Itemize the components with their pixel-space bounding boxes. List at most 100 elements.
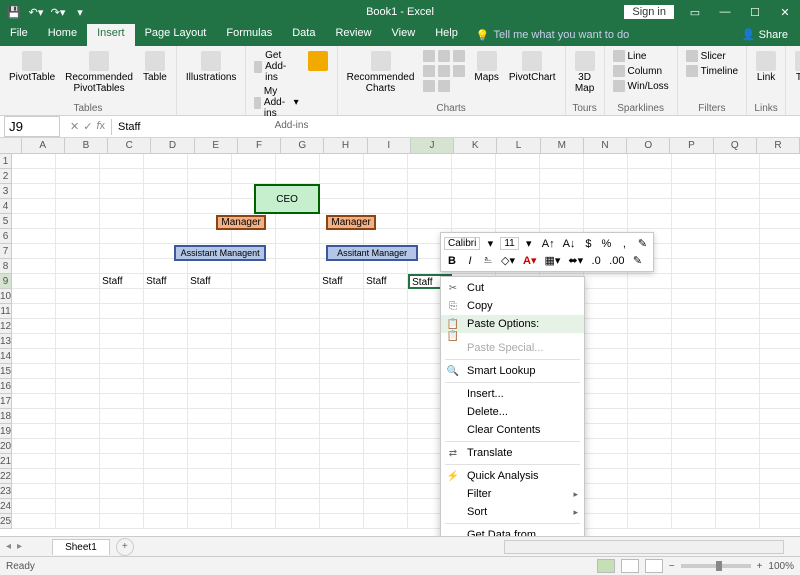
cell-N15[interactable]: [584, 364, 628, 379]
cell-N12[interactable]: [584, 319, 628, 334]
cell-P17[interactable]: [672, 394, 716, 409]
cell-O14[interactable]: [628, 349, 672, 364]
percent-format-icon[interactable]: %: [598, 237, 614, 251]
cell-E4[interactable]: [188, 199, 232, 214]
cell-K4[interactable]: [452, 199, 496, 214]
cell-I21[interactable]: [364, 454, 408, 469]
row-header-17[interactable]: 17: [0, 394, 12, 409]
link-button[interactable]: Link: [753, 49, 779, 85]
maximize-button[interactable]: ☐: [740, 0, 770, 24]
cell-E23[interactable]: [188, 484, 232, 499]
cell-C18[interactable]: [100, 409, 144, 424]
cell-A20[interactable]: [12, 439, 56, 454]
cell-A7[interactable]: [12, 244, 56, 259]
cell-R5[interactable]: [760, 214, 800, 229]
cell-B23[interactable]: [56, 484, 100, 499]
cell-L1[interactable]: [496, 154, 540, 169]
cell-D22[interactable]: [144, 469, 188, 484]
row-header-1[interactable]: 1: [0, 154, 12, 169]
row-header-22[interactable]: 22: [0, 469, 12, 484]
cell-Q18[interactable]: [716, 409, 760, 424]
cell-H2[interactable]: [320, 169, 364, 184]
cell-N16[interactable]: [584, 379, 628, 394]
row-header-3[interactable]: 3: [0, 184, 12, 199]
cell-C21[interactable]: [100, 454, 144, 469]
cell-D25[interactable]: [144, 514, 188, 529]
zoom-slider-thumb[interactable]: [716, 561, 722, 571]
cell-N3[interactable]: [584, 184, 628, 199]
page-layout-view-button[interactable]: [621, 559, 639, 573]
row-header-23[interactable]: 23: [0, 484, 12, 499]
ceo-cell[interactable]: CEO: [254, 184, 320, 214]
row-header-18[interactable]: 18: [0, 409, 12, 424]
cell-Q16[interactable]: [716, 379, 760, 394]
increase-font-icon[interactable]: A↑: [539, 237, 558, 251]
cell-L5[interactable]: [496, 214, 540, 229]
cell-R12[interactable]: [760, 319, 800, 334]
cell-K3[interactable]: [452, 184, 496, 199]
sheet-nav-prev-icon[interactable]: ◂: [0, 541, 17, 552]
cell-F19[interactable]: [232, 424, 276, 439]
row-header-5[interactable]: 5: [0, 214, 12, 229]
cell-P25[interactable]: [672, 514, 716, 529]
cell-R20[interactable]: [760, 439, 800, 454]
cell-A17[interactable]: [12, 394, 56, 409]
column-header-H[interactable]: H: [324, 138, 367, 154]
cell-N19[interactable]: [584, 424, 628, 439]
row-header-19[interactable]: 19: [0, 424, 12, 439]
cell-R1[interactable]: [760, 154, 800, 169]
cell-A15[interactable]: [12, 364, 56, 379]
cell-L3[interactable]: [496, 184, 540, 199]
cell-B24[interactable]: [56, 499, 100, 514]
cell-H4[interactable]: [320, 199, 364, 214]
cell-A14[interactable]: [12, 349, 56, 364]
italic-icon[interactable]: I: [462, 254, 478, 268]
cell-F13[interactable]: [232, 334, 276, 349]
ctx-translate[interactable]: ⇄Translate: [441, 444, 584, 462]
cell-C22[interactable]: [100, 469, 144, 484]
sparkline-line-button[interactable]: Line: [611, 49, 671, 63]
cell-B9[interactable]: [56, 274, 100, 289]
cell-O11[interactable]: [628, 304, 672, 319]
borders-icon[interactable]: ▦▾: [541, 253, 563, 268]
sparkline-winloss-button[interactable]: Win/Loss: [611, 79, 671, 93]
cell-A13[interactable]: [12, 334, 56, 349]
cell-I8[interactable]: [364, 259, 408, 274]
page-break-view-button[interactable]: [645, 559, 663, 573]
cell-I2[interactable]: [364, 169, 408, 184]
cell-N13[interactable]: [584, 334, 628, 349]
cell-F17[interactable]: [232, 394, 276, 409]
font-family-select[interactable]: Calibri: [444, 237, 480, 250]
cell-E17[interactable]: [188, 394, 232, 409]
column-header-B[interactable]: B: [65, 138, 108, 154]
cell-R9[interactable]: [760, 274, 800, 289]
cell-C8[interactable]: [100, 259, 144, 274]
cell-J4[interactable]: [408, 199, 452, 214]
cell-I1[interactable]: [364, 154, 408, 169]
cell-O3[interactable]: [628, 184, 672, 199]
cell-D12[interactable]: [144, 319, 188, 334]
cell-J3[interactable]: [408, 184, 452, 199]
cell-H17[interactable]: [320, 394, 364, 409]
row-header-7[interactable]: 7: [0, 244, 12, 259]
cell-N20[interactable]: [584, 439, 628, 454]
cell-G2[interactable]: [276, 169, 320, 184]
cell-G8[interactable]: [276, 259, 320, 274]
cell-O19[interactable]: [628, 424, 672, 439]
cell-H3[interactable]: [320, 184, 364, 199]
cell-A21[interactable]: [12, 454, 56, 469]
cell-A1[interactable]: [12, 154, 56, 169]
cell-R22[interactable]: [760, 469, 800, 484]
cell-E16[interactable]: [188, 379, 232, 394]
cell-C20[interactable]: [100, 439, 144, 454]
cell-B18[interactable]: [56, 409, 100, 424]
cell-P23[interactable]: [672, 484, 716, 499]
accounting-format-icon[interactable]: $: [580, 237, 596, 251]
chart-type-2[interactable]: [421, 64, 467, 78]
cell-P20[interactable]: [672, 439, 716, 454]
cell-B16[interactable]: [56, 379, 100, 394]
tab-page-layout[interactable]: Page Layout: [135, 24, 217, 46]
cell-Q22[interactable]: [716, 469, 760, 484]
close-button[interactable]: ✕: [770, 0, 800, 24]
cell-P24[interactable]: [672, 499, 716, 514]
